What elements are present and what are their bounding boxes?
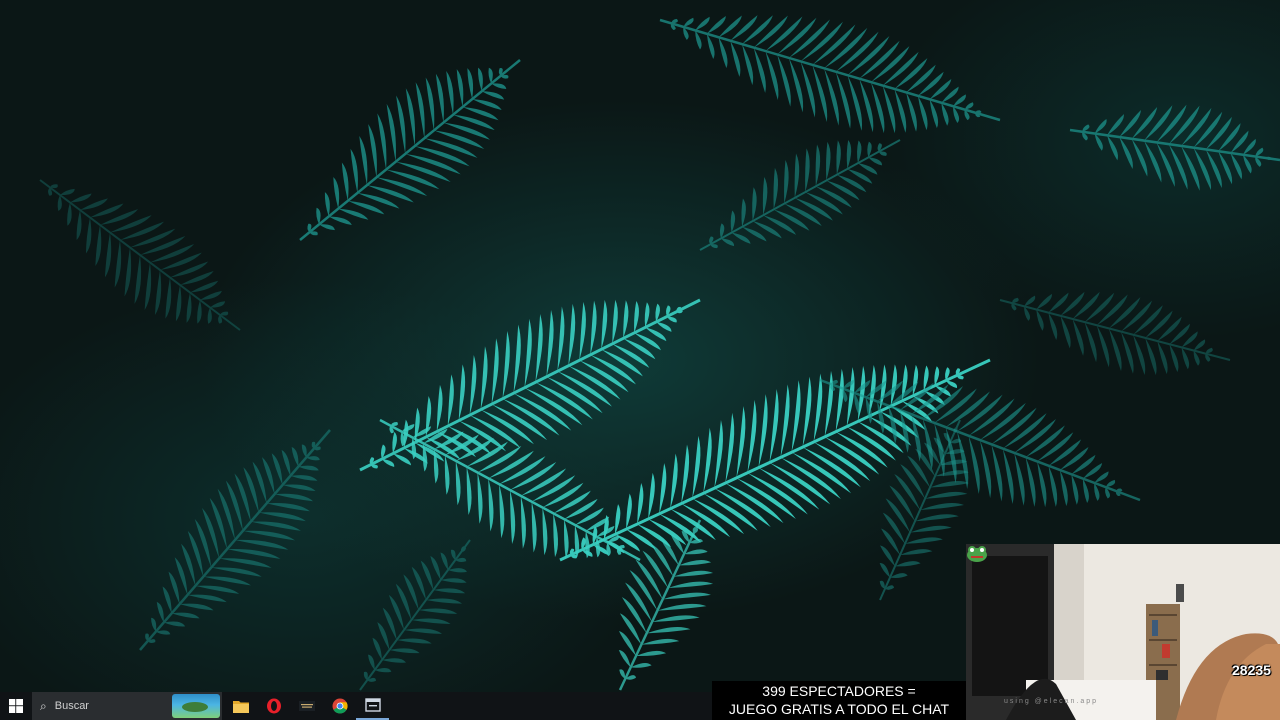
webcam-caption: using @elecan.app <box>1004 698 1099 705</box>
fern-frond <box>699 139 901 251</box>
folder-icon <box>232 701 249 713</box>
taskbar-chrome[interactable] <box>323 692 356 720</box>
window-app-icon <box>364 698 381 712</box>
overlay-line-viewers: 399 ESPECTADORES = <box>762 683 916 699</box>
taskbar-league[interactable] <box>290 692 323 720</box>
fern-frond <box>359 539 471 691</box>
taskbar-file-explorer[interactable] <box>224 692 257 720</box>
fern-frond <box>39 179 241 331</box>
search-input[interactable] <box>52 699 167 713</box>
taskbar-opera[interactable] <box>257 692 290 720</box>
fern-frond <box>819 378 1141 508</box>
windows-logo-icon <box>9 699 23 713</box>
follower-count-badge: 28235 <box>1232 662 1271 678</box>
overlay-line-giveaway: JUEGO GRATIS A TODO EL CHAT <box>728 701 950 717</box>
taskbar-window-app[interactable] <box>356 692 389 720</box>
fern-frond <box>999 291 1231 376</box>
opera-icon <box>266 698 281 714</box>
frog-emote-icon <box>967 546 987 562</box>
search-icon: ⌕ <box>40 698 47 713</box>
webcam-feed: 28235 using @elecan.app <box>966 544 1280 720</box>
webcam-room-scene <box>966 544 1280 720</box>
league-icon <box>298 701 315 711</box>
fern-frond <box>299 59 521 241</box>
fern-frond <box>359 298 701 472</box>
fern-frond <box>879 419 969 601</box>
fern-frond <box>1069 104 1280 191</box>
chrome-icon <box>332 698 348 714</box>
fern-frond <box>659 15 1001 134</box>
stream-overlay-banner: 399 ESPECTADORES = JUEGO GRATIS A TODO E… <box>712 681 966 720</box>
taskbar-search[interactable]: ⌕ <box>32 692 222 720</box>
start-button[interactable] <box>0 692 32 720</box>
fern-frond <box>139 429 331 651</box>
search-highlight-image <box>172 694 220 718</box>
